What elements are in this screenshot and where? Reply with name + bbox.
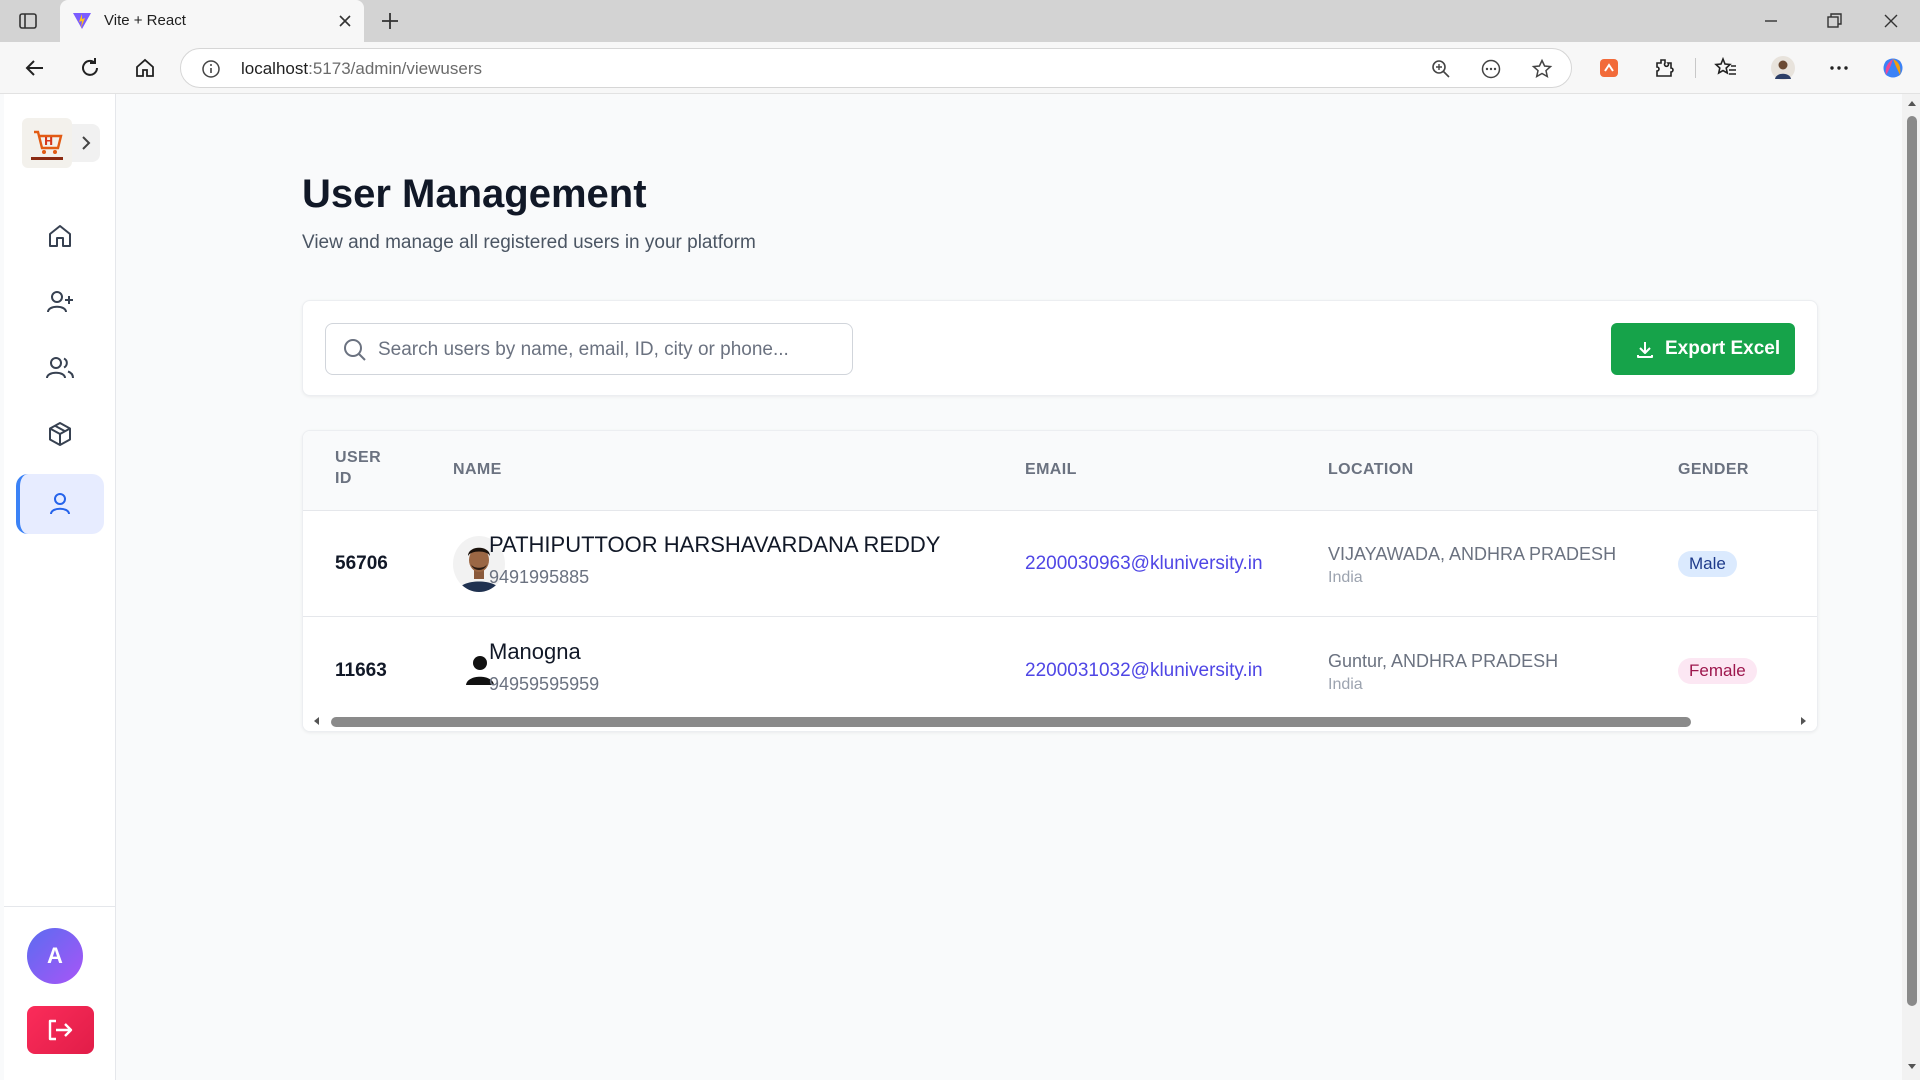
back-icon[interactable] [22,55,48,81]
scroll-down-arrow-icon[interactable] [1906,1060,1918,1072]
scroll-left-arrow-icon[interactable] [311,715,323,727]
table-row[interactable]: 11663 Manogna 94959595959 2200031032@klu… [303,618,1817,724]
extensions-icon[interactable] [1651,55,1677,81]
ecommerce-cart-logo-icon: H [31,130,63,160]
sidebar-divider [4,906,116,907]
app-logo[interactable]: H [22,118,72,168]
header-name[interactable]: NAME [453,461,502,479]
sidebar-item-products[interactable] [16,404,104,464]
header-email[interactable]: EMAIL [1025,461,1077,479]
zoom-icon[interactable] [1430,58,1452,80]
copilot-icon[interactable] [1880,55,1906,81]
page-vertical-scrollbar[interactable] [1902,94,1920,1080]
url-host: localhost [241,59,309,78]
url-path: :5173/admin/viewusers [308,59,482,78]
user-email-link[interactable]: 2200030963@kluniversity.in [1025,553,1263,575]
gender-badge: Female [1678,658,1757,684]
user-city-state: Guntur, ANDHRA PRADESH [1328,651,1559,671]
user-country: India [1328,676,1363,693]
user-name: Manogna [489,639,581,664]
page-title: User Management [302,172,647,216]
restore-icon[interactable] [1823,10,1845,32]
user-icon [50,493,70,515]
search-toolbar-card: Export Excel [302,300,1818,396]
chevron-right-icon [82,136,91,150]
users-icon [46,357,74,379]
browser-tab[interactable]: Vite + React [60,0,364,42]
sidebar-item-users[interactable] [16,338,104,398]
admin-avatar[interactable]: A [27,928,83,984]
close-tab-icon[interactable] [336,12,354,30]
new-tab-icon[interactable] [379,10,401,32]
header-user-id-line2: ID [335,470,352,487]
search-box[interactable] [325,323,853,375]
export-excel-button[interactable]: Export Excel [1611,323,1795,375]
sidebar-item-home[interactable] [16,206,104,266]
browser-toolbar: localhost:5173/admin/viewusers [0,42,1920,94]
export-excel-label: Export Excel [1665,338,1781,359]
header-gender[interactable]: GENDER [1678,461,1749,479]
user-phone: 94959595959 [489,674,600,694]
user-country: India [1328,569,1363,586]
table-header: USER ID NAME EMAIL LOCATION GENDER [303,431,1817,511]
admin-sidebar: H A [4,94,116,1080]
package-icon [49,422,71,446]
extension-orange-icon[interactable] [1596,55,1622,81]
scrollbar-thumb[interactable] [1907,116,1917,1006]
scrollbar-thumb[interactable] [331,717,1691,727]
minimize-icon[interactable] [1760,10,1782,32]
settings-more-icon[interactable] [1826,55,1852,81]
search-icon [344,339,366,361]
header-user-id[interactable]: USER ID [335,449,381,488]
close-window-icon[interactable] [1880,10,1902,32]
sidebar-item-add-user[interactable] [16,272,104,332]
user-plus-icon [47,291,73,313]
site-info-icon[interactable] [201,59,221,79]
header-location[interactable]: LOCATION [1328,461,1414,479]
user-email-link[interactable]: 2200031032@kluniversity.in [1025,660,1263,682]
favorites-icon[interactable] [1713,55,1739,81]
logout-icon [48,1019,73,1041]
page-viewport: H A User Management View and manage all … [0,94,1920,1080]
users-table: USER ID NAME EMAIL LOCATION GENDER 56706 [302,430,1818,732]
favorite-star-icon[interactable] [1531,58,1553,80]
profile-avatar-icon[interactable] [1770,55,1796,81]
scroll-up-arrow-icon[interactable] [1906,98,1918,110]
browser-tab-bar: Vite + React [0,0,1920,42]
page-subtitle: View and manage all registered users in … [302,232,756,253]
tab-title: Vite + React [104,12,186,29]
user-id: 11663 [335,660,387,681]
address-bar[interactable]: localhost:5173/admin/viewusers [180,48,1572,88]
user-id: 56706 [335,553,388,574]
user-phone: 9491995885 [489,567,590,587]
sidebar-item-profile[interactable] [16,474,104,534]
sidebar-toggle-button[interactable] [72,124,100,162]
header-user-id-line1: USER [335,449,382,466]
reload-icon[interactable] [77,55,103,81]
url-text: localhost:5173/admin/viewusers [241,59,482,79]
user-name: PATHIPUTTOOR HARSHAVARDANA REDDY [489,532,941,557]
vite-logo-icon [73,13,91,29]
more-page-actions-icon[interactable] [1480,58,1502,80]
scroll-right-arrow-icon[interactable] [1797,715,1809,727]
table-row[interactable]: 56706 PATHIPUTTOOR HARSHAVARDANA REDDY 9… [303,511,1817,617]
tab-actions-icon[interactable] [18,11,38,31]
home-browser-icon[interactable] [132,55,158,81]
user-city-state: VIJAYAWADA, ANDHRA PRADESH [1328,544,1617,564]
svg-text:H: H [44,135,53,148]
table-horizontal-scrollbar[interactable] [303,711,1817,731]
download-icon [1637,342,1653,358]
home-icon [49,225,71,247]
logout-button[interactable] [27,1006,94,1054]
gender-badge: Male [1678,551,1737,577]
toolbar-separator [1695,58,1696,78]
search-input[interactable] [378,336,838,364]
